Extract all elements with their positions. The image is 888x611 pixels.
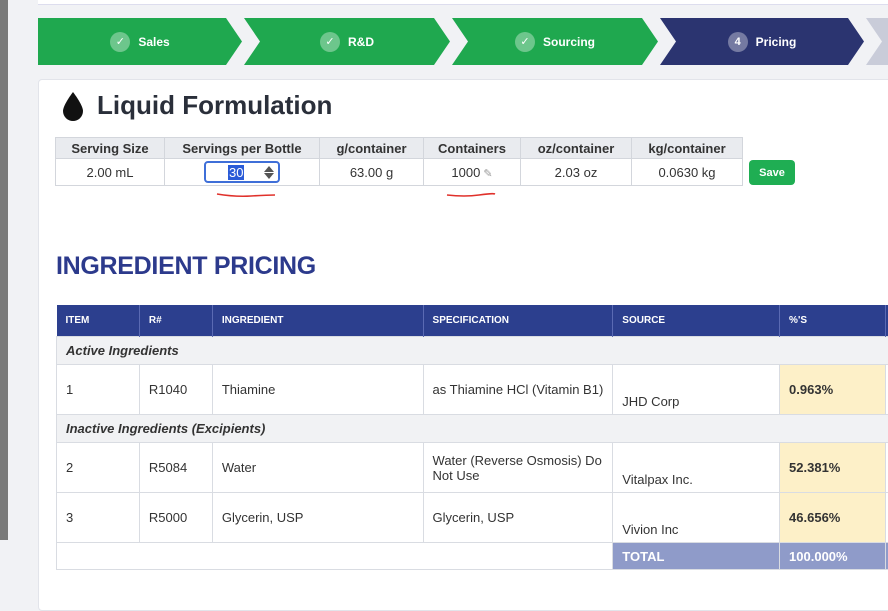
top-panel (38, 0, 888, 5)
kg-container-value: 0.0630 kg (632, 159, 743, 186)
col-ingredient: INGREDIENT (212, 305, 423, 337)
percent-cell: 52.381% (780, 443, 886, 493)
servings-per-bottle-stepper[interactable]: 30 (204, 161, 280, 183)
spec-cell: Glycerin, USP (423, 493, 613, 543)
spec-cell: Water (Reverse Osmosis) Do Not Use (423, 443, 613, 493)
item-cell: 3 (57, 493, 140, 543)
annotation-underline (215, 190, 277, 200)
ingredient-cell: Thiamine (212, 365, 423, 415)
pencil-icon[interactable]: ✎ (483, 168, 492, 180)
step-sales[interactable]: ✓ Sales (38, 18, 242, 65)
total-spacer (57, 543, 613, 570)
header-containers: Containers (424, 138, 521, 159)
servings-cell: 30 (165, 159, 320, 186)
step-number: 4 (728, 32, 748, 52)
check-icon: ✓ (515, 32, 535, 52)
r-number-cell: R5084 (139, 443, 212, 493)
total-row: TOTAL 100.000% (57, 543, 888, 570)
step-next[interactable] (866, 18, 888, 65)
step-label: Sales (138, 35, 169, 49)
containers-cell[interactable]: 1000✎ (424, 159, 521, 186)
col-source: SOURCE (613, 305, 780, 337)
source-cell: Vitalpax Inc. (613, 443, 780, 493)
spec-cell: as Thiamine HCl (Vitamin B1) (423, 365, 613, 415)
containers-value[interactable]: 1000 (451, 165, 480, 180)
source-cell: Vivion Inc (613, 493, 780, 543)
check-icon: ✓ (110, 32, 130, 52)
table-row: 2 R5084 Water Water (Reverse Osmosis) Do… (57, 443, 888, 493)
header-g-container: g/container (320, 138, 424, 159)
percent-cell: 0.963% (780, 365, 886, 415)
oz-container-value: 2.03 oz (521, 159, 632, 186)
step-label: Pricing (756, 35, 797, 49)
page-title: Liquid Formulation (97, 90, 332, 121)
serving-size-value: 2.00 mL (56, 159, 165, 186)
header-servings-per-bottle: Servings per Bottle (165, 138, 320, 159)
workflow-stepper: ✓ Sales ✓ R&D ✓ Sourcing 4 Pricing (38, 18, 888, 65)
header-oz-container: oz/container (521, 138, 632, 159)
step-label: R&D (348, 35, 374, 49)
droplet-icon (61, 91, 85, 121)
servings-value[interactable]: 30 (228, 165, 244, 180)
header-kg-container: kg/container (632, 138, 743, 159)
ingredient-cell: Water (212, 443, 423, 493)
r-number-cell: R5000 (139, 493, 212, 543)
r-number-cell: R1040 (139, 365, 212, 415)
col-item: ITEM (57, 305, 140, 337)
step-rnd[interactable]: ✓ R&D (244, 18, 450, 65)
ingredient-cell: Glycerin, USP (212, 493, 423, 543)
col-specification: SPECIFICATION (423, 305, 613, 337)
group-active: Active Ingredients (57, 337, 888, 365)
section-heading: INGREDIENT PRICING (56, 252, 316, 281)
header-serving-size: Serving Size (56, 138, 165, 159)
serving-table: Serving Size Servings per Bottle g/conta… (55, 137, 743, 186)
check-icon: ✓ (320, 32, 340, 52)
step-label: Sourcing (543, 35, 595, 49)
table-row: 1 R1040 Thiamine as Thiamine HCl (Vitami… (57, 365, 888, 415)
table-row: 3 R5000 Glycerin, USP Glycerin, USP Vivi… (57, 493, 888, 543)
percent-cell: 46.656% (780, 493, 886, 543)
increment-arrow-icon[interactable] (264, 166, 274, 172)
step-pricing[interactable]: 4 Pricing (660, 18, 864, 65)
item-cell: 2 (57, 443, 140, 493)
ingredient-pricing-table: ITEM R# INGREDIENT SPECIFICATION SOURCE … (56, 305, 888, 570)
annotation-underline (445, 190, 497, 200)
decrement-arrow-icon[interactable] (264, 173, 274, 179)
stepper-arrows[interactable] (264, 166, 274, 179)
source-cell: JHD Corp (613, 365, 780, 415)
col-r-number: R# (139, 305, 212, 337)
total-label: TOTAL (613, 543, 780, 570)
group-inactive: Inactive Ingredients (Excipients) (57, 415, 888, 443)
title-row: Liquid Formulation (61, 90, 332, 121)
window-edge (0, 0, 8, 540)
step-sourcing[interactable]: ✓ Sourcing (452, 18, 658, 65)
formulation-card: Liquid Formulation Serving Size Servings… (38, 79, 888, 611)
item-cell: 1 (57, 365, 140, 415)
col-percent: %'S (780, 305, 886, 337)
g-container-value: 63.00 g (320, 159, 424, 186)
save-button[interactable]: Save (749, 160, 795, 185)
total-percent: 100.000% (780, 543, 886, 570)
